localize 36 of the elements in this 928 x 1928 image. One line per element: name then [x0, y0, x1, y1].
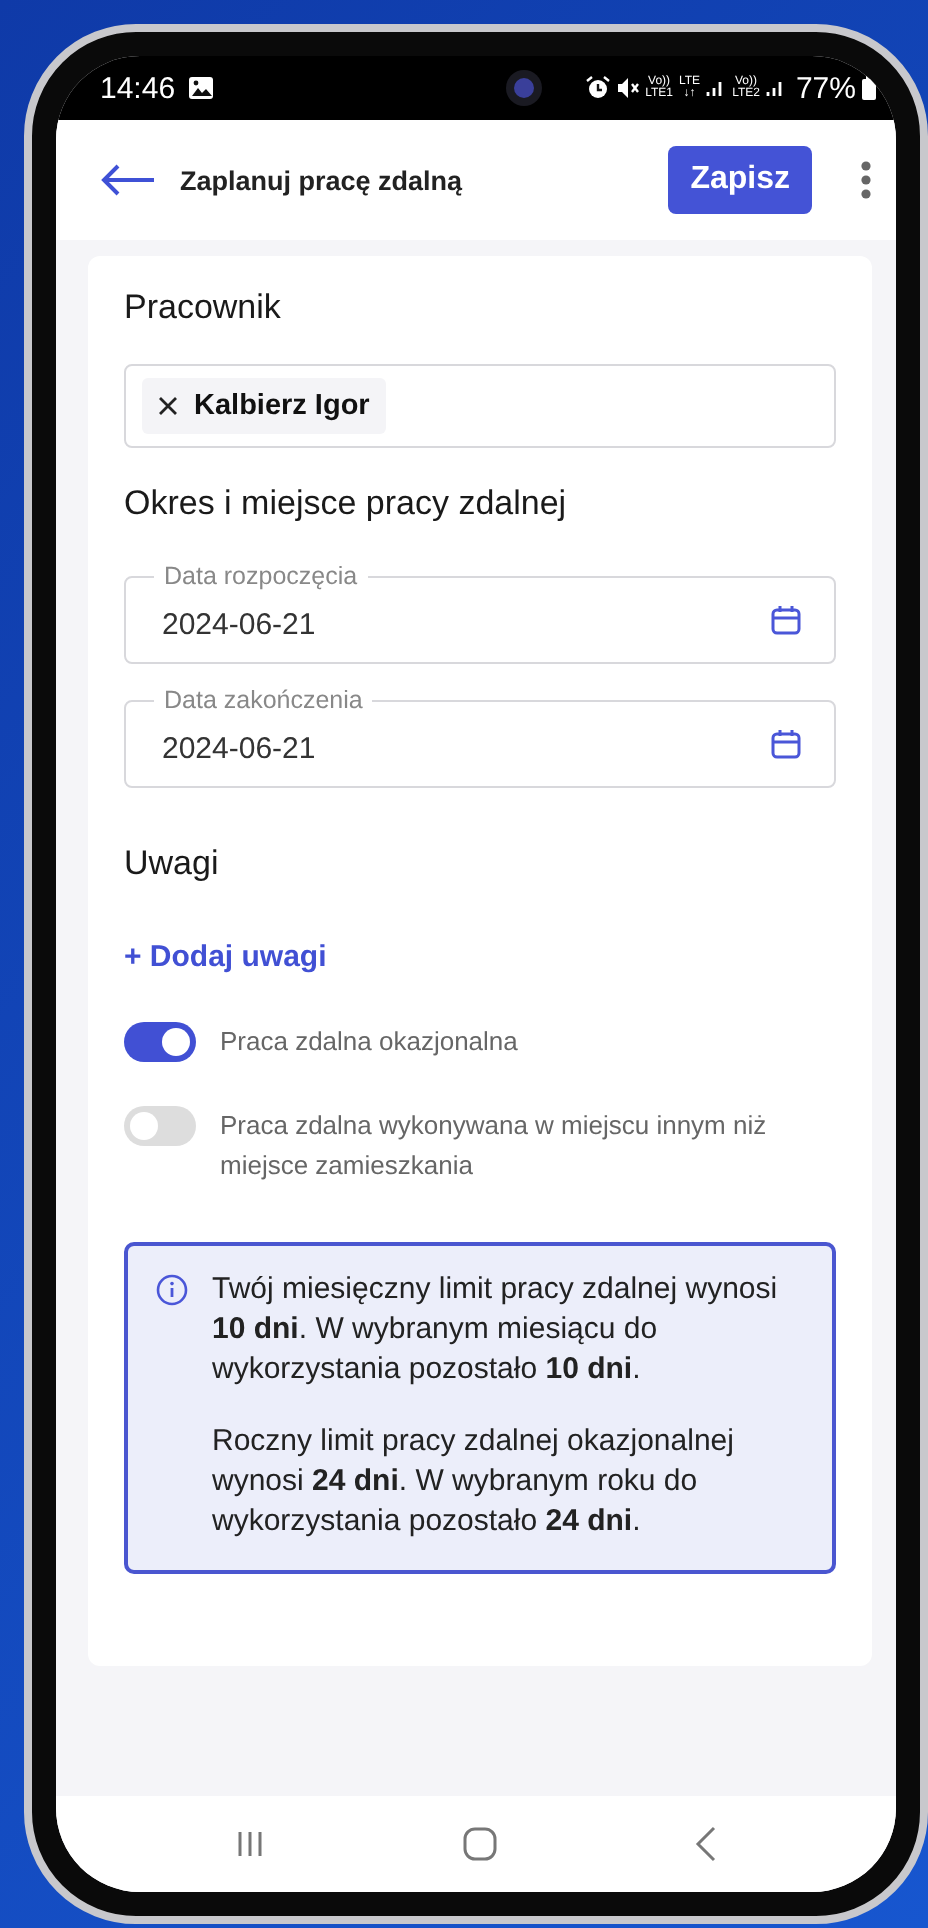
info-text: Twój miesięczny limit pracy zdalnej wynosi 10 dni. W wybranym miesiącu do wykorzystania pozostało 10 dni.: [212, 1270, 780, 1390]
signal-icon: [706, 78, 727, 98]
section-heading: Pracownik: [124, 288, 281, 328]
section-heading: Okres i miejsce pracy zdalnej: [124, 484, 567, 524]
recent-apps-icon[interactable]: [234, 1828, 266, 1860]
signal-icon: [765, 78, 786, 98]
field-label: Data rozpoczęcia: [154, 562, 368, 592]
employee-chip[interactable]: Kalbierz Igor: [142, 378, 386, 434]
employee-field[interactable]: Kalbierz Igor: [124, 364, 836, 448]
home-icon[interactable]: [462, 1826, 498, 1862]
save-button[interactable]: Zapisz: [668, 146, 812, 214]
add-notes-link[interactable]: + Dodaj uwagi: [124, 940, 327, 974]
remove-icon[interactable]: [158, 396, 178, 416]
camera-lens: [505, 70, 542, 106]
clock-time: 14:46: [100, 71, 176, 105]
chip-label: Kalbierz Igor: [194, 390, 370, 422]
field-value: 2024-06-21: [162, 731, 316, 765]
back-icon[interactable]: [694, 1826, 718, 1862]
section-heading: Uwagi: [124, 844, 219, 884]
calendar-icon[interactable]: [770, 604, 802, 636]
more-options-icon[interactable]: [860, 160, 872, 200]
info-text: Roczny limit pracy zdalnej okazjonalnej wynosi 24 dni. W wybranym roku do wykorzystania pozostało 24 dni.: [212, 1422, 736, 1542]
calendar-icon[interactable]: [770, 728, 802, 760]
field-value: 2024-06-21: [162, 607, 316, 641]
toggle-label: Praca zdalna okazjonalna: [220, 1024, 518, 1060]
toggle-switch[interactable]: [124, 1022, 196, 1062]
back-arrow-icon[interactable]: [100, 164, 156, 196]
mute-icon: [615, 76, 640, 100]
page-title: Zaplanuj pracę zdalną: [180, 165, 465, 195]
info-icon: [156, 1274, 188, 1306]
battery-icon: [862, 76, 876, 100]
battery-level: 77%: [795, 71, 856, 105]
image-icon: [187, 76, 214, 100]
toggle-label: Praca zdalna wykonywana w miejscu innym niż miejsce zamieszkania: [220, 1108, 769, 1184]
toggle-switch[interactable]: [124, 1106, 196, 1146]
alarm-icon: [585, 76, 610, 100]
